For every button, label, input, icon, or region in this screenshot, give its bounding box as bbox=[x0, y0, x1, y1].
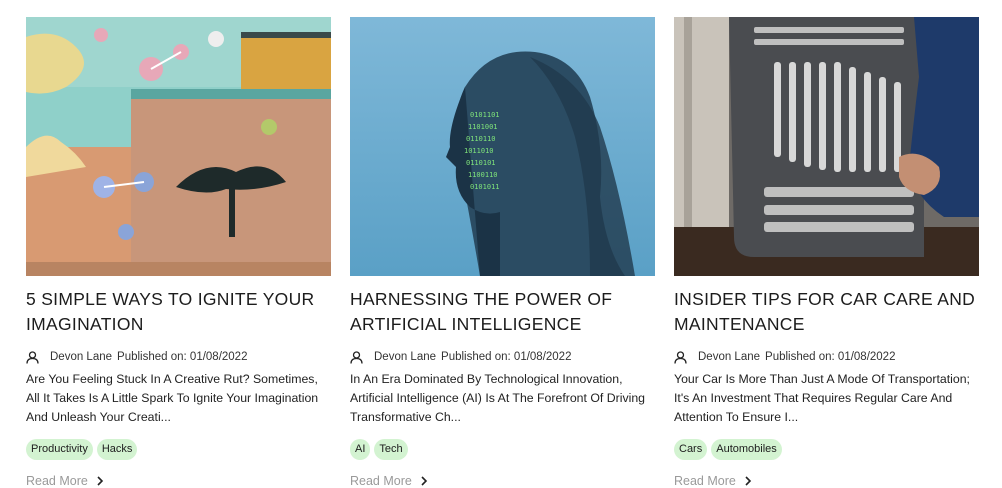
card-title[interactable]: HARNESSING THE POWER OF ARTIFICIAL INTEL… bbox=[350, 287, 655, 337]
ai-face-thumbnail[interactable]: 0101101 1101001 0110110 1011010 0110101 … bbox=[350, 17, 655, 276]
read-more-link[interactable]: Read More bbox=[674, 474, 979, 488]
svg-text:0101011: 0101011 bbox=[470, 183, 500, 191]
read-more-link[interactable]: Read More bbox=[26, 474, 331, 488]
card-meta: Devon Lane Published on: 01/08/2022 bbox=[674, 349, 979, 365]
tag[interactable]: Hacks bbox=[96, 439, 138, 460]
svg-text:1101001: 1101001 bbox=[468, 123, 498, 131]
card-meta: Devon Lane Published on: 01/08/2022 bbox=[26, 349, 331, 365]
svg-text:0101101: 0101101 bbox=[470, 111, 500, 119]
blog-card: 5 SIMPLE WAYS TO IGNITE YOUR IMAGINATION… bbox=[26, 17, 331, 488]
card-excerpt: Your Car Is More Than Just A Mode Of Tra… bbox=[674, 372, 970, 424]
card-title[interactable]: INSIDER TIPS FOR CAR CARE AND MAINTENANC… bbox=[674, 287, 979, 337]
author-name: Devon Lane bbox=[50, 351, 113, 363]
tag-list: Cars Automobiles bbox=[674, 439, 979, 460]
published-date: Published on: 01/08/2022 bbox=[441, 351, 572, 363]
tag[interactable]: AI bbox=[350, 439, 371, 460]
chevron-right-icon bbox=[421, 476, 427, 486]
chevron-right-icon bbox=[745, 476, 751, 486]
read-more-label: Read More bbox=[350, 474, 412, 488]
svg-text:1011010: 1011010 bbox=[464, 147, 494, 155]
tag[interactable]: Tech bbox=[374, 439, 408, 460]
svg-text:1100110: 1100110 bbox=[468, 171, 498, 179]
user-icon bbox=[674, 350, 687, 364]
published-date: Published on: 01/08/2022 bbox=[117, 351, 248, 363]
blog-card: INSIDER TIPS FOR CAR CARE AND MAINTENANC… bbox=[674, 17, 979, 488]
user-icon bbox=[26, 350, 39, 364]
chevron-right-icon bbox=[97, 476, 103, 486]
read-more-link[interactable]: Read More bbox=[350, 474, 655, 488]
svg-text:0110110: 0110110 bbox=[466, 135, 496, 143]
tag[interactable]: Automobiles bbox=[711, 439, 782, 460]
tag-list: Productivity Hacks bbox=[26, 439, 331, 460]
author-name: Devon Lane bbox=[698, 351, 761, 363]
read-more-label: Read More bbox=[26, 474, 88, 488]
card-excerpt: In An Era Dominated By Technological Inn… bbox=[350, 372, 646, 424]
blog-card: 0101101 1101001 0110110 1011010 0110101 … bbox=[350, 17, 655, 488]
svg-text:0110101: 0110101 bbox=[466, 159, 496, 167]
card-excerpt: Are You Feeling Stuck In A Creative Rut?… bbox=[26, 372, 319, 424]
tag[interactable]: Productivity bbox=[26, 439, 93, 460]
mural-thumbnail[interactable] bbox=[26, 17, 331, 276]
tag[interactable]: Cars bbox=[674, 439, 708, 460]
card-meta: Devon Lane Published on: 01/08/2022 bbox=[350, 349, 655, 365]
card-title[interactable]: 5 SIMPLE WAYS TO IGNITE YOUR IMAGINATION bbox=[26, 287, 331, 337]
tag-list: AI Tech bbox=[350, 439, 655, 460]
toolbox-thumbnail[interactable] bbox=[674, 17, 979, 276]
read-more-label: Read More bbox=[674, 474, 736, 488]
user-icon bbox=[350, 350, 363, 364]
published-date: Published on: 01/08/2022 bbox=[765, 351, 896, 363]
author-name: Devon Lane bbox=[374, 351, 437, 363]
